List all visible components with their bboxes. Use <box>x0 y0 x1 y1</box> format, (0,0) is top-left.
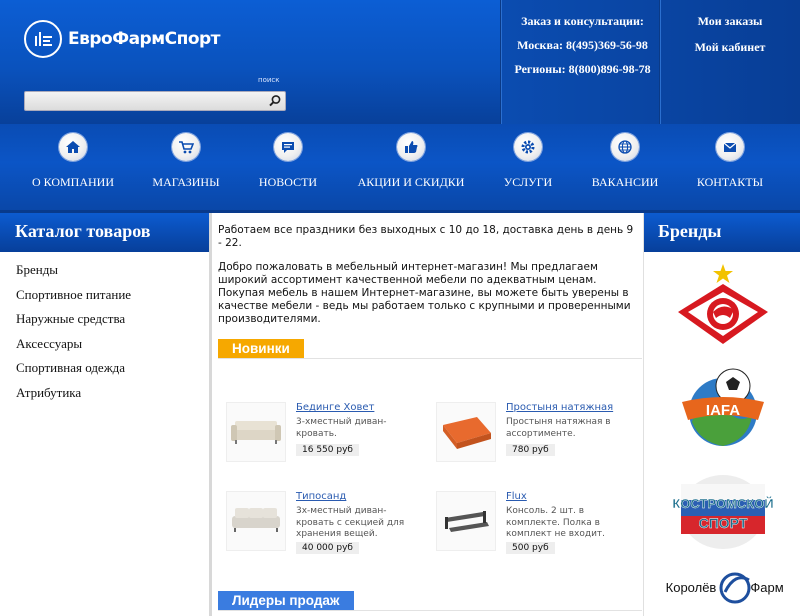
header-brand-area: ЕвроФармСпорт поиск <box>0 0 500 124</box>
product-description: Простыня натяжная в ассортименте. <box>506 417 611 439</box>
farm-logo-text: Фарм <box>750 580 783 595</box>
logo-icon <box>24 20 62 58</box>
product-card[interactable]: Бединге Ховет 3-хместный диван-кровать. … <box>226 402 426 477</box>
product-image[interactable] <box>226 491 286 551</box>
thumbs-up-icon <box>397 133 425 161</box>
product-image[interactable] <box>436 402 496 462</box>
product-card[interactable]: Flux Консоль. 2 шт. в комплекте. Полка в… <box>436 491 636 566</box>
nav-label: О КОМПАНИИ <box>31 175 115 189</box>
account-block: Мои заказы Мой кабинет <box>665 14 795 66</box>
product-description: 3х-местный диван-кровать с секцией для х… <box>296 506 405 539</box>
product-price: 500 руб <box>506 542 555 554</box>
brands-title: Бренды <box>644 213 800 252</box>
nav-label: КОНТАКТЫ <box>696 175 764 189</box>
kostromskoy-logo-text: КОСТРОМСКОЙ <box>672 496 773 511</box>
gear-icon <box>514 133 542 161</box>
product-image[interactable] <box>436 491 496 551</box>
nav-item-news[interactable]: НОВОСТИ <box>257 133 319 190</box>
chat-icon <box>274 133 302 161</box>
main-content: Работаем все праздники без выходных с 10… <box>212 213 643 616</box>
nav-item-promotions[interactable]: АКЦИИ И СКИДКИ <box>356 133 466 190</box>
my-orders-link[interactable]: Мои заказы <box>665 14 795 28</box>
working-hours-text: Работаем все праздники без выходных с 10… <box>218 224 634 249</box>
logo-text: ЕвроФармСпорт <box>68 29 221 49</box>
product-card[interactable]: Простыня натяжная Простыня натяжная в ас… <box>436 402 636 477</box>
nav-item-shops[interactable]: МАГАЗИНЫ <box>150 133 222 190</box>
best-sellers-heading: Лидеры продаж <box>218 591 354 611</box>
section-divider <box>218 358 642 359</box>
brands-sidebar: Бренды IAFA КОСТРОМСКОЙ СПОРТ Королёв Фа… <box>643 213 800 616</box>
catalog-item-sportswear[interactable]: Спортивная одежда <box>16 356 209 381</box>
product-name[interactable]: Простыня натяжная <box>506 402 613 413</box>
product-name[interactable]: Бединге Ховет <box>296 402 374 413</box>
iafa-logo[interactable]: IAFA <box>644 363 800 453</box>
product-description: 3-хместный диван-кровать. <box>296 417 387 439</box>
catalog-list: Бренды Спортивное питание Наружные средс… <box>0 252 209 405</box>
search-label: поиск <box>258 76 280 84</box>
product-price: 780 руб <box>506 444 555 456</box>
catalog-item-attributes[interactable]: Атрибутика <box>16 381 209 406</box>
catalog-item-brands[interactable]: Бренды <box>16 258 209 283</box>
product-price: 40 000 руб <box>296 542 359 554</box>
korolev-farm-logo[interactable]: Королёв Фарм <box>644 565 800 613</box>
header-divider <box>659 0 661 124</box>
product-image[interactable] <box>226 402 286 462</box>
catalog-item-external-remedies[interactable]: Наружные средства <box>16 307 209 332</box>
contacts-title: Заказ и консультации: <box>521 14 644 28</box>
product-description: Консоль. 2 шт. в комплекте. Полка в комп… <box>506 506 606 539</box>
header-divider <box>500 0 502 124</box>
new-items-heading: Новинки <box>218 339 304 359</box>
header: ЕвроФармСпорт поиск Заказ и консультации… <box>0 0 800 124</box>
mail-icon <box>716 133 744 161</box>
korolev-logo-text: Королёв <box>665 580 716 595</box>
search-icon[interactable] <box>267 93 283 109</box>
welcome-text: Добро пожаловать в мебельный интернет-ма… <box>218 261 631 325</box>
nav-label: МАГАЗИНЫ <box>152 175 220 189</box>
sport-logo-text: СПОРТ <box>698 515 747 531</box>
search-input[interactable] <box>24 91 286 111</box>
home-icon <box>59 133 87 161</box>
main-nav: О КОМПАНИИ МАГАЗИНЫ НОВОСТИ АКЦИИ И СКИД… <box>0 124 800 213</box>
nav-item-contacts[interactable]: КОНТАКТЫ <box>695 133 765 190</box>
iafa-logo-text: IAFA <box>705 402 739 419</box>
moscow-phone[interactable]: Москва: 8(495)369-56-98 <box>510 38 655 52</box>
catalog-sidebar: Каталог товаров Бренды Спортивное питани… <box>0 213 212 616</box>
section-divider <box>218 610 642 611</box>
nav-item-services[interactable]: УСЛУГИ <box>501 133 555 190</box>
catalog-item-accessories[interactable]: Аксессуары <box>16 332 209 357</box>
product-price: 16 550 руб <box>296 444 359 456</box>
regions-phone[interactable]: Регионы: 8(800)896-98-78 <box>510 62 655 76</box>
nav-label: УСЛУГИ <box>503 175 553 189</box>
nav-item-vacancies[interactable]: ВАКАНСИИ <box>590 133 660 190</box>
catalog-title: Каталог товаров <box>0 213 209 252</box>
nav-label: ВАКАНСИИ <box>591 175 659 189</box>
nav-item-about[interactable]: О КОМПАНИИ <box>31 133 115 190</box>
my-cabinet-link[interactable]: Мой кабинет <box>665 40 795 54</box>
intro-text: Работаем все праздники без выходных с 10… <box>218 224 638 337</box>
nav-label: НОВОСТИ <box>258 175 318 189</box>
spartak-logo[interactable] <box>644 261 800 347</box>
nav-label: АКЦИИ И СКИДКИ <box>357 175 465 189</box>
contacts-block: Заказ и консультации: Москва: 8(495)369-… <box>510 14 655 86</box>
cart-icon <box>172 133 200 161</box>
catalog-item-sport-nutrition[interactable]: Спортивное питание <box>16 283 209 308</box>
product-card[interactable]: Типосанд 3х-местный диван-кровать с секц… <box>226 491 426 566</box>
kostromskoy-sport-logo[interactable]: КОСТРОМСКОЙ СПОРТ <box>644 471 800 553</box>
globe-icon <box>611 133 639 161</box>
logo[interactable]: ЕвроФармСпорт <box>24 18 221 62</box>
product-name[interactable]: Типосанд <box>296 491 346 502</box>
product-name[interactable]: Flux <box>506 491 527 502</box>
